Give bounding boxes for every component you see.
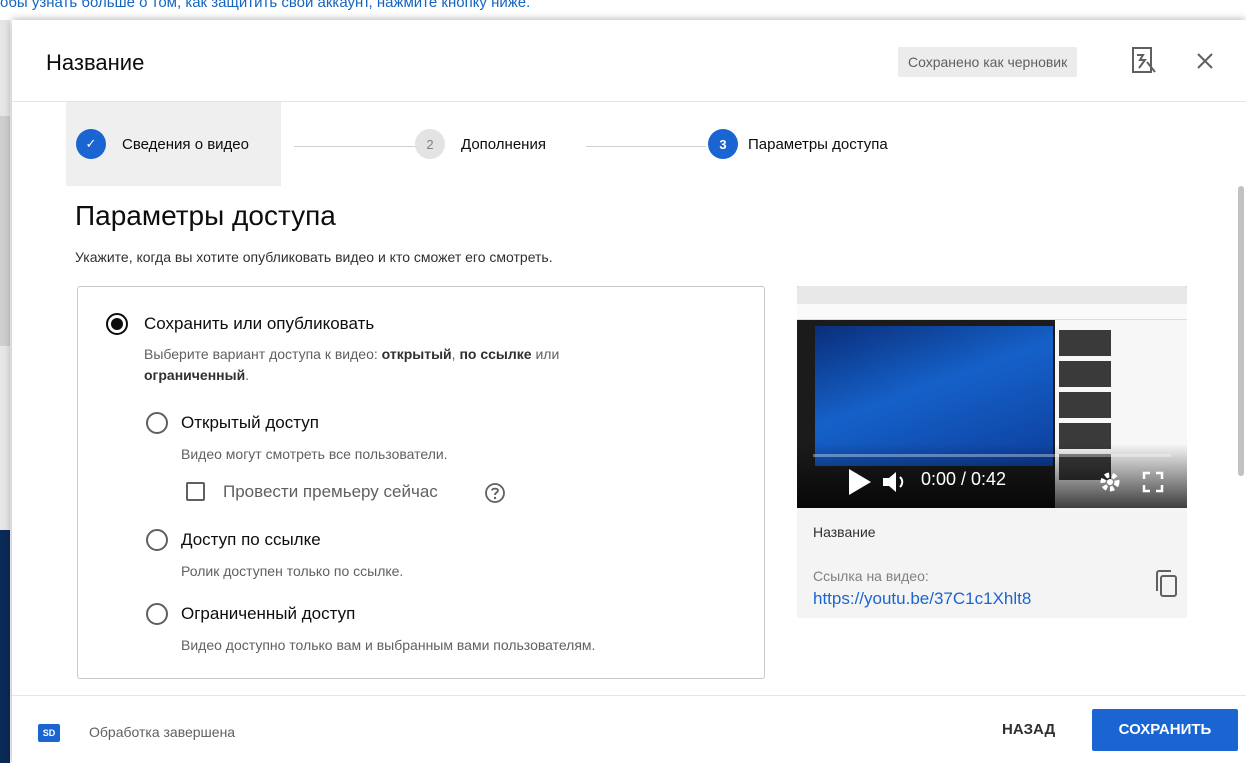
dialog-footer: SD Обработка завершена НАЗАД СОХРАНИТЬ	[12, 695, 1246, 763]
copy-icon[interactable]	[1153, 569, 1179, 599]
unlisted-label: Доступ по ссылке	[181, 530, 321, 549]
step-label: Дополнения	[461, 135, 546, 153]
settings-icon[interactable]	[1097, 469, 1123, 495]
background-left-edge	[0, 20, 10, 763]
sd-icon: SD	[38, 724, 60, 742]
step-label: Сведения о видео	[122, 135, 249, 153]
processing-status: Обработка завершена	[89, 724, 236, 740]
check-icon: ✓	[76, 129, 106, 159]
upload-stepper: ✓ Сведения о видео 2 Дополнения 3 Параме…	[66, 102, 1236, 186]
back-button[interactable]: НАЗАД	[988, 710, 1069, 750]
save-button[interactable]: СОХРАНИТЬ	[1092, 709, 1238, 751]
step-connector	[294, 146, 424, 147]
step-visibility[interactable]: 3 Параметры доступа	[708, 129, 888, 159]
video-time: 0:00 / 0:42	[921, 469, 1007, 489]
scrollbar[interactable]	[1238, 186, 1244, 476]
video-link[interactable]: https://youtu.be/37C1c1Xhlt8	[813, 589, 1031, 609]
premiere-checkbox[interactable]	[186, 482, 205, 501]
public-description: Видео могут смотреть все пользователи.	[181, 446, 448, 462]
private-label: Ограниченный доступ	[181, 604, 356, 623]
feedback-icon[interactable]	[1129, 46, 1157, 76]
play-icon[interactable]	[849, 469, 871, 495]
step-number: 2	[415, 129, 445, 159]
preview-title: Название	[813, 524, 876, 540]
volume-icon[interactable]	[879, 467, 909, 497]
step-label: Параметры доступа	[748, 135, 888, 153]
step-number: 3	[708, 129, 738, 159]
visibility-options-box: Сохранить или опубликовать Выберите вари…	[77, 286, 765, 679]
fullscreen-icon[interactable]	[1141, 470, 1165, 494]
save-or-publish-description: Выберите вариант доступа к видео: открыт…	[144, 346, 560, 383]
public-label: Открытый доступ	[181, 413, 319, 432]
unlisted-description: Ролик доступен только по ссылке.	[181, 563, 404, 579]
video-progress-bar[interactable]	[813, 454, 1171, 457]
unlisted-radio[interactable]	[146, 529, 168, 551]
video-preview-card: 0:00 / 0:42 Название Ссылка на видео: ht…	[797, 286, 1187, 618]
help-icon[interactable]	[484, 482, 506, 504]
dialog-title: Название	[46, 50, 145, 75]
private-radio[interactable]	[146, 603, 168, 625]
background-text: обы узнать больше о том, как защитить св…	[0, 0, 531, 11]
background-page-strip: обы узнать больше о том, как защитить св…	[0, 0, 1246, 20]
step-extras[interactable]: 2 Дополнения	[415, 129, 546, 159]
premiere-label: Провести премьеру сейчас	[223, 482, 438, 501]
step-details[interactable]: ✓ Сведения о видео	[76, 129, 249, 159]
save-or-publish-radio[interactable]	[106, 313, 128, 335]
upload-dialog: Название Сохранено как черновик ✓ Сведен…	[12, 20, 1246, 763]
public-radio[interactable]	[146, 412, 168, 434]
dialog-header: Название Сохранено как черновик	[12, 20, 1246, 102]
video-link-caption: Ссылка на видео:	[813, 568, 929, 584]
save-or-publish-label: Сохранить или опубликовать	[144, 314, 375, 333]
close-icon[interactable]	[1191, 47, 1219, 75]
video-player[interactable]: 0:00 / 0:42	[797, 286, 1187, 508]
draft-status-badge: Сохранено как черновик	[898, 47, 1078, 77]
section-title: Параметры доступа	[75, 200, 336, 231]
section-description: Укажите, когда вы хотите опубликовать ви…	[75, 249, 553, 265]
private-description: Видео доступно только вам и выбранным ва…	[181, 637, 596, 653]
step-connector	[586, 146, 706, 147]
